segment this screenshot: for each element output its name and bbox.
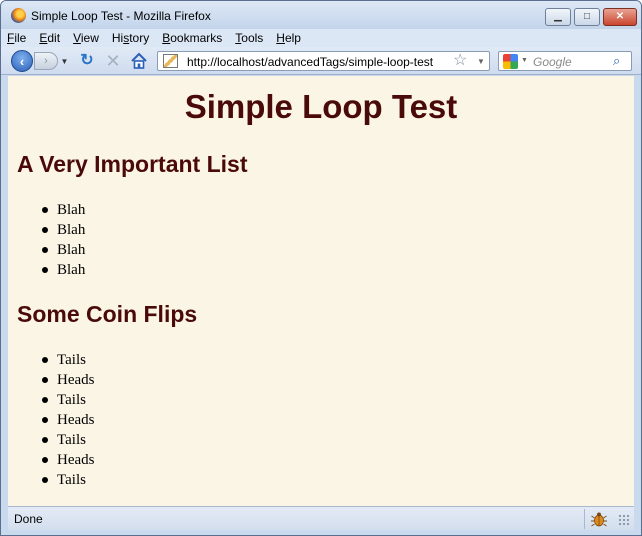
section-heading-important-list: A Very Important List bbox=[17, 151, 248, 177]
window-title: Simple Loop Test - Mozilla Firefox bbox=[31, 9, 211, 23]
search-icon[interactable]: ⌕ bbox=[613, 53, 620, 69]
page-content: Simple Loop Test A Very Important List B… bbox=[8, 76, 634, 506]
stop-icon[interactable]: ✕ bbox=[103, 51, 123, 71]
list-item: Heads bbox=[8, 410, 95, 430]
reload-icon[interactable]: ↻ bbox=[77, 51, 97, 71]
list-item: Tails bbox=[8, 350, 95, 370]
firefox-icon bbox=[11, 8, 26, 23]
list-item: Blah bbox=[8, 240, 85, 260]
bookmark-star-icon[interactable]: ☆ bbox=[453, 52, 467, 70]
list-item: Heads bbox=[8, 450, 95, 470]
status-divider bbox=[584, 509, 585, 529]
forward-icon: › bbox=[44, 55, 48, 67]
list-item: Tails bbox=[8, 470, 95, 490]
history-dropdown-button[interactable]: ▼ bbox=[59, 54, 70, 68]
menu-bookmarks[interactable]: Bookmarks bbox=[162, 31, 222, 45]
status-text: Done bbox=[14, 512, 43, 526]
address-bar[interactable]: http://localhost/advancedTags/simple-loo… bbox=[157, 51, 490, 71]
menu-edit[interactable]: Edit bbox=[39, 31, 60, 45]
firebug-icon[interactable] bbox=[590, 510, 608, 528]
list-item: Blah bbox=[8, 220, 85, 240]
status-bar: Done bbox=[8, 506, 634, 530]
back-icon: ‹ bbox=[19, 53, 25, 69]
browser-window: Simple Loop Test - Mozilla Firefox ▁ □ ✕… bbox=[0, 0, 642, 536]
minimize-button[interactable]: ▁ bbox=[545, 8, 571, 26]
site-favicon-icon bbox=[163, 54, 178, 68]
menu-view[interactable]: View bbox=[73, 31, 99, 45]
search-engine-dropdown[interactable]: ▼ bbox=[521, 57, 528, 64]
navigation-toolbar: ‹ › ▼ ↻ ✕ http://localhost/advancedTags/… bbox=[1, 47, 641, 75]
coin-flip-list: Tails Heads Tails Heads Tails Heads Tail… bbox=[8, 350, 95, 490]
menu-history[interactable]: History bbox=[112, 31, 149, 45]
search-bar[interactable]: ▼ ⌕ bbox=[498, 51, 632, 71]
menu-bar: File Edit View History Bookmarks Tools H… bbox=[1, 29, 641, 47]
menu-help[interactable]: Help bbox=[276, 31, 301, 45]
google-icon[interactable] bbox=[503, 54, 518, 69]
list-item: Tails bbox=[8, 390, 95, 410]
maximize-button[interactable]: □ bbox=[574, 8, 600, 26]
title-bar[interactable]: Simple Loop Test - Mozilla Firefox ▁ □ ✕ bbox=[1, 1, 641, 29]
list-item: Tails bbox=[8, 430, 95, 450]
page-title: Simple Loop Test bbox=[184, 88, 458, 125]
menu-tools[interactable]: Tools bbox=[235, 31, 263, 45]
list-item: Blah bbox=[8, 260, 85, 280]
close-button[interactable]: ✕ bbox=[603, 8, 637, 26]
list-item: Heads bbox=[8, 370, 95, 390]
back-button[interactable]: ‹ bbox=[11, 50, 33, 72]
url-history-dropdown[interactable]: ▼ bbox=[477, 57, 485, 66]
url-text[interactable]: http://localhost/advancedTags/simple-loo… bbox=[187, 55, 433, 69]
resize-grip[interactable] bbox=[618, 514, 630, 526]
list-item: Blah bbox=[8, 200, 85, 220]
important-list: Blah Blah Blah Blah bbox=[8, 200, 85, 280]
search-input[interactable] bbox=[533, 54, 611, 69]
menu-file[interactable]: File bbox=[7, 31, 26, 45]
forward-button[interactable]: › bbox=[34, 52, 58, 70]
home-icon[interactable] bbox=[129, 51, 149, 71]
section-heading-coin-flips: Some Coin Flips bbox=[17, 301, 198, 327]
